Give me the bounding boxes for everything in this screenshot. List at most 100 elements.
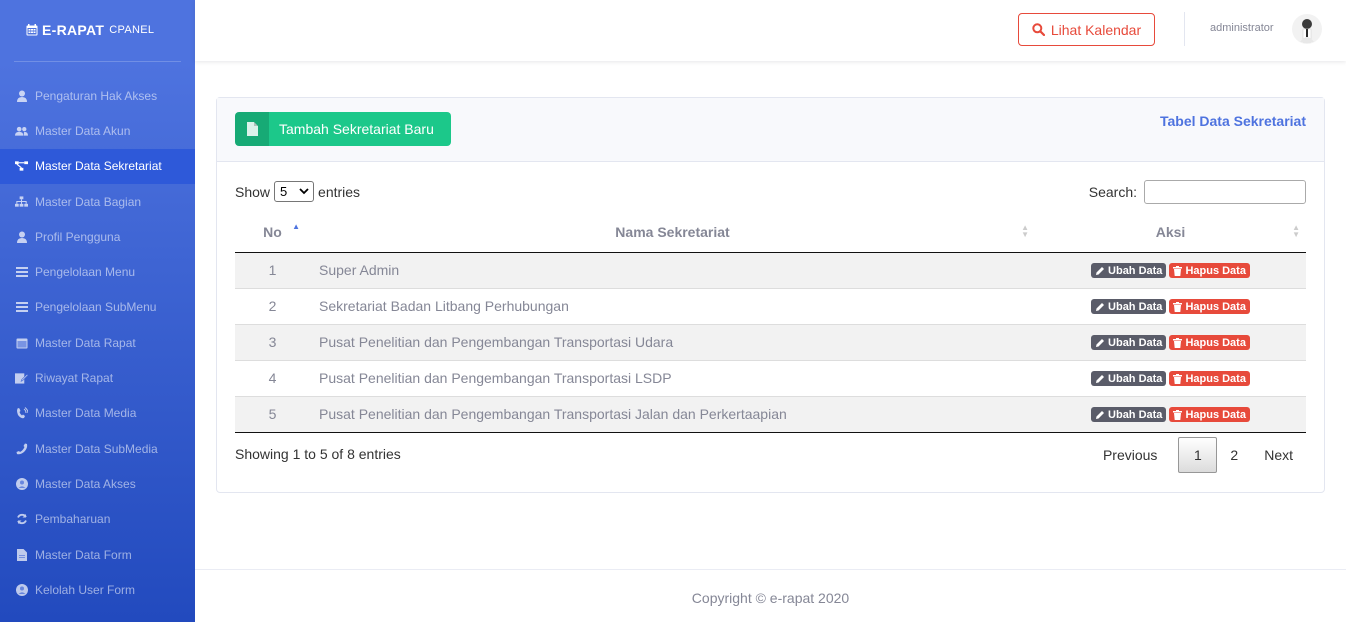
sitemap-icon — [15, 195, 28, 208]
trash-icon — [1173, 373, 1185, 384]
brand-title: E-RAPAT — [42, 22, 105, 38]
edit-data-button[interactable]: Ubah Data — [1091, 299, 1167, 315]
chevron-down-icon — [299, 188, 309, 195]
sidebar-item-label: Master Data Akses — [35, 476, 136, 491]
sidebar-item-riwayat-rapat[interactable]: Riwayat Rapat — [0, 360, 195, 395]
sidebar-item-master-data-akun[interactable]: Master Data Akun — [0, 113, 195, 148]
username[interactable]: administrator — [1210, 22, 1274, 34]
sidebar-item-label: Pembaharuan — [35, 512, 111, 527]
sync-icon — [15, 513, 28, 526]
sidebar-item-master-data-rapat[interactable]: Master Data Rapat — [0, 325, 195, 360]
column-header-no[interactable]: No ▲ — [235, 212, 310, 253]
show-label: Show — [235, 183, 271, 200]
page-1-button[interactable]: 1 — [1178, 437, 1218, 473]
entries-length-control: Show 5 entries — [235, 181, 360, 202]
add-sekretariat-button[interactable]: Tambah Sekretariat Baru — [235, 112, 451, 146]
delete-data-button[interactable]: Hapus Data — [1169, 371, 1250, 387]
edit-data-button[interactable]: Ubah Data — [1091, 263, 1167, 279]
copyright-text: Copyright © e-rapat 2020 — [691, 590, 850, 606]
delete-data-button[interactable]: Hapus Data — [1169, 299, 1250, 315]
pencil-icon — [1095, 266, 1108, 276]
card-header: Tambah Sekretariat Baru Tabel Data Sekre… — [217, 98, 1324, 162]
sidebar-divider — [14, 61, 181, 62]
pencil-icon — [1095, 374, 1108, 384]
sidebar-item-pembaharuan[interactable]: Pembaharuan — [0, 502, 195, 537]
user-icon — [15, 89, 28, 102]
sidebar-item-pengelolaan-submenu[interactable]: Pengelolaan SubMenu — [0, 290, 195, 325]
edit-data-label: Ubah Data — [1108, 264, 1163, 277]
column-header-aksi[interactable]: Aksi ▲ ▼ — [1035, 212, 1306, 253]
row-actions: Ubah Data Hapus Data — [1035, 359, 1306, 396]
delete-data-label: Hapus Data — [1185, 372, 1246, 385]
delete-data-label: Hapus Data — [1185, 300, 1246, 313]
sidebar-item-profil-pengguna[interactable]: Profil Pengguna — [0, 219, 195, 254]
view-calendar-button[interactable]: Lihat Kalendar — [1018, 13, 1155, 46]
trash-icon — [1173, 301, 1185, 312]
row-number: 1 — [235, 252, 310, 288]
delete-data-label: Hapus Data — [1185, 336, 1246, 349]
edit-data-button[interactable]: Ubah Data — [1091, 407, 1167, 423]
sidebar-item-master-data-bagian[interactable]: Master Data Bagian — [0, 184, 195, 219]
sidebar-brand[interactable]: E-RAPAT CPANEL — [0, 0, 195, 60]
user-avatar-icon — [1300, 19, 1314, 43]
delete-data-button[interactable]: Hapus Data — [1169, 407, 1250, 423]
sidebar-item-master-data-akses[interactable]: Master Data Akses — [0, 466, 195, 501]
edit-data-button[interactable]: Ubah Data — [1091, 335, 1167, 351]
footer: Copyright © e-rapat 2020 — [195, 569, 1346, 622]
row-nama-sekretariat: Sekretariat Badan Litbang Perhubungan — [310, 287, 1035, 324]
sidebar-item-label: Master Data Bagian — [35, 194, 142, 209]
page-length-select[interactable]: 5 — [274, 181, 315, 202]
edit-data-label: Ubah Data — [1108, 408, 1163, 421]
sidebar-item-pengelolaan-menu[interactable]: Pengelolaan Menu — [0, 254, 195, 289]
row-nama-sekretariat: Super Admin — [310, 252, 1035, 288]
users-icon — [15, 124, 28, 137]
user-circle-icon — [15, 477, 28, 490]
sidebar-item-label: Master Data Form — [35, 547, 132, 562]
sidebar-item-master-data-submedia[interactable]: Master Data SubMedia — [0, 431, 195, 466]
page-2-button[interactable]: 2 — [1217, 437, 1251, 473]
edit-data-button[interactable]: Ubah Data — [1091, 371, 1167, 387]
next-page-button[interactable]: Next — [1251, 437, 1306, 473]
table-info: Showing 1 to 5 of 8 entries — [235, 446, 401, 462]
delete-data-button[interactable]: Hapus Data — [1169, 263, 1250, 279]
sidebar-item-label: Master Data Media — [35, 406, 137, 421]
column-header-nama[interactable]: Nama Sekretariat ▲ ▼ — [310, 212, 1035, 253]
table-row: 3 Pusat Penelitian dan Pengembangan Trans… — [235, 323, 1306, 360]
row-nama-sekretariat: Pusat Penelitian dan Pengembangan Transp… — [310, 395, 1035, 433]
pencil-icon — [1095, 338, 1108, 348]
sidebar-item-master-data-form[interactable]: Master Data Form — [0, 537, 195, 572]
table-search: Search: — [1089, 180, 1306, 204]
sidebar-item-master-data-sekretariat[interactable]: Master Data Sekretariat — [0, 148, 195, 184]
trash-icon — [1173, 409, 1185, 420]
delete-data-label: Hapus Data — [1185, 408, 1246, 421]
delete-data-label: Hapus Data — [1185, 264, 1246, 277]
sidebar-item-kelolah-user-form[interactable]: Kelolah User Form — [0, 572, 195, 607]
sidebar-item-label: Master Data Akun — [35, 123, 131, 138]
edit-data-label: Ubah Data — [1108, 300, 1163, 313]
search-input[interactable] — [1144, 180, 1306, 204]
pencil-icon — [1095, 410, 1108, 420]
view-calendar-label: Lihat Kalendar — [1050, 21, 1142, 38]
phone-icon — [15, 442, 28, 455]
delete-data-button[interactable]: Hapus Data — [1169, 335, 1250, 351]
search-icon — [1032, 23, 1045, 36]
sidebar-item-pengaturan-hak-akses[interactable]: Pengaturan Hak Akses — [0, 78, 195, 113]
row-actions: Ubah Data Hapus Data — [1035, 395, 1306, 433]
row-nama-sekretariat: Pusat Penelitian dan Pengembangan Transp… — [310, 359, 1035, 396]
trash-icon — [1173, 337, 1185, 348]
topbar: Lihat Kalendar administrator — [195, 0, 1346, 61]
trash-icon — [1173, 265, 1185, 276]
user-circle-icon — [15, 583, 28, 596]
project-diagram-icon — [15, 160, 28, 173]
row-number: 2 — [235, 287, 310, 324]
sort-icon: ▲ ▼ — [1292, 223, 1300, 239]
table-body: 1 Super Admin Ubah Data Hapus Data 2 Sekretar… — [235, 252, 1306, 433]
sidebar-item-label: Kelolah User Form — [35, 582, 136, 597]
sidebar: E-RAPAT CPANEL Pengaturan Hak Akses Maste… — [0, 0, 195, 622]
sidebar-item-master-data-media[interactable]: Master Data Media — [0, 396, 195, 431]
previous-page-button[interactable]: Previous — [1090, 437, 1170, 473]
sidebar-item-label: Master Data Rapat — [35, 335, 136, 350]
edit-data-label: Ubah Data — [1108, 372, 1163, 385]
topbar-divider — [1184, 12, 1185, 46]
avatar[interactable] — [1292, 14, 1322, 44]
